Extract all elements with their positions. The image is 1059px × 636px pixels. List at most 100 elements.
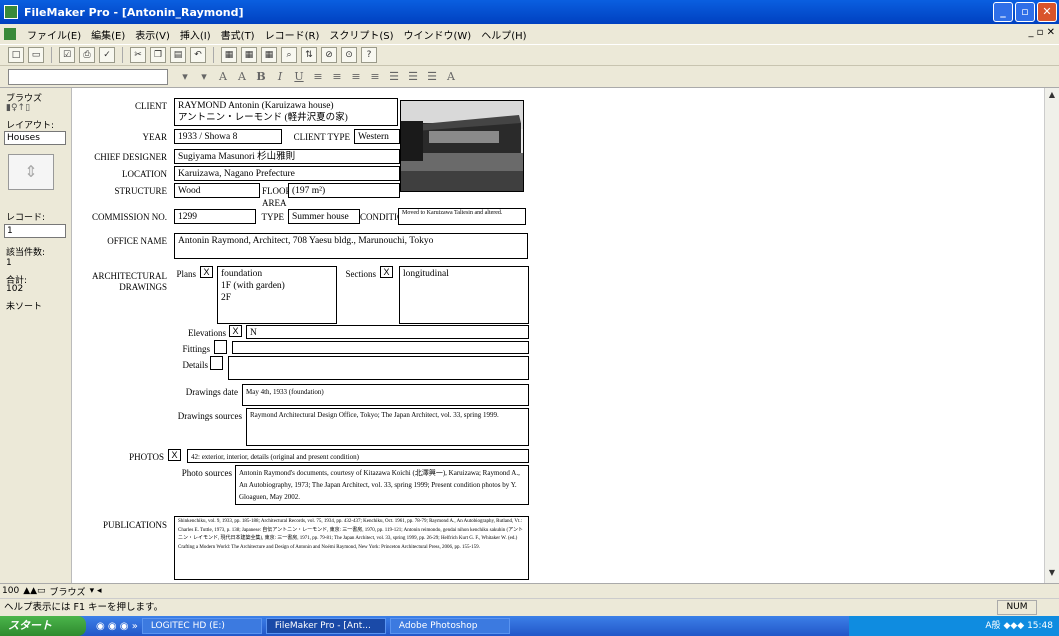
condition-field[interactable]: Moved to Karuizawa Taliesin and altered. xyxy=(398,208,526,225)
bold-icon[interactable]: B xyxy=(253,69,269,85)
delete-record-icon[interactable]: ▦ xyxy=(261,47,277,63)
client-type-field[interactable]: Western xyxy=(354,129,400,144)
floor-area-field[interactable]: (197 m²) xyxy=(288,183,400,198)
plans-checkbox[interactable]: X xyxy=(200,266,213,278)
show-all-icon[interactable]: ⊙ xyxy=(341,47,357,63)
filemaker-app-icon xyxy=(4,5,18,19)
drawings-date-field[interactable]: May 4th, 1933 (foundation) xyxy=(242,384,529,406)
restore-button[interactable]: ▫ xyxy=(1015,2,1035,22)
sections-label: Sections xyxy=(345,269,377,279)
taskbar-item-logitec[interactable]: LOGITEC HD (E:) xyxy=(141,618,262,634)
document-window-controls[interactable]: _ ▫ ✕ xyxy=(1028,27,1055,38)
align-left-icon[interactable]: ≡ xyxy=(310,69,326,85)
location-field[interactable]: Karuizawa, Nagano Prefecture xyxy=(174,166,400,181)
elevations-field[interactable]: N xyxy=(246,325,529,339)
fittings-field[interactable] xyxy=(232,341,529,354)
type-field[interactable]: Summer house xyxy=(288,209,360,224)
cut-icon[interactable]: ✂ xyxy=(130,47,146,63)
toolbar-divider xyxy=(51,47,52,63)
print-icon[interactable]: ⎙ xyxy=(79,47,95,63)
open-folder-icon[interactable]: ▭ xyxy=(28,47,44,63)
layout-label: レイアウト: xyxy=(6,121,55,131)
font-shrink-icon[interactable]: A xyxy=(215,69,231,85)
start-button[interactable]: スタート xyxy=(0,616,86,636)
menu-file[interactable]: ファイル(E) xyxy=(22,27,86,42)
font-grow-icon[interactable]: A xyxy=(234,69,250,85)
line-spacing-icon[interactable]: ☰ xyxy=(386,69,402,85)
layout-select[interactable]: Houses xyxy=(4,131,66,145)
text-color-icon[interactable]: A xyxy=(443,69,459,85)
new-file-icon[interactable]: □ xyxy=(8,47,24,63)
drawings-sources-label: Drawings sources xyxy=(177,411,242,421)
sections-field[interactable]: longitudinal xyxy=(399,266,529,324)
record-number-field[interactable]: 1 xyxy=(4,224,66,238)
menu-records[interactable]: レコード(R) xyxy=(260,27,325,42)
underline-icon[interactable]: U xyxy=(291,69,307,85)
document-icon[interactable] xyxy=(4,28,16,40)
zoom-level[interactable]: 100 xyxy=(2,586,19,596)
copy-icon[interactable]: ❐ xyxy=(150,47,166,63)
plans-field[interactable]: foundation 1F (with garden) 2F xyxy=(217,266,337,324)
publications-field[interactable]: Shinkenchiku, vol. 9, 1933, pp. 185-188;… xyxy=(174,516,529,580)
menu-view[interactable]: 表示(V) xyxy=(130,27,175,42)
scroll-down-icon[interactable]: ▼ xyxy=(1045,568,1059,580)
menu-window[interactable]: ウインドウ(W) xyxy=(399,27,477,42)
photo-sources-field[interactable]: Antonin Raymond's documents, courtesy of… xyxy=(235,465,529,505)
align-justify-icon[interactable]: ≡ xyxy=(367,69,383,85)
quick-launch-icons[interactable]: ◉ ◉ ◉ » xyxy=(96,621,138,632)
undo-icon[interactable]: ↶ xyxy=(190,47,206,63)
menu-format[interactable]: 書式(T) xyxy=(216,27,260,42)
menu-help[interactable]: ヘルプ(H) xyxy=(476,27,531,42)
align-right-icon[interactable]: ≡ xyxy=(348,69,364,85)
menu-scripts[interactable]: スクリプト(S) xyxy=(324,27,398,42)
mode-tools-icon[interactable]: ▮♀↑▯ xyxy=(6,103,30,113)
paste-icon[interactable]: ▤ xyxy=(170,47,186,63)
details-checkbox[interactable] xyxy=(210,356,223,370)
font-dropdown-icon[interactable]: ▾ xyxy=(177,69,193,85)
year-label: YEAR xyxy=(142,132,168,142)
year-field[interactable]: 1933 / Showa 8 xyxy=(174,129,282,144)
drawings-sources-field[interactable]: Raymond Architectural Design Office, Tok… xyxy=(246,408,529,446)
structure-field[interactable]: Wood xyxy=(174,183,260,198)
duplicate-record-icon[interactable]: ▦ xyxy=(241,47,257,63)
close-button[interactable]: ✕ xyxy=(1037,2,1057,22)
new-record-icon[interactable]: ▦ xyxy=(221,47,237,63)
scroll-up-icon[interactable]: ▲ xyxy=(1045,90,1059,102)
sections-checkbox[interactable]: X xyxy=(380,266,393,278)
help-icon[interactable]: ? xyxy=(361,47,377,63)
commission-field[interactable]: 1299 xyxy=(174,209,256,224)
tray-icons[interactable]: ◆◆◆ xyxy=(1003,621,1027,631)
elevations-checkbox[interactable]: X xyxy=(229,325,242,337)
photos-field[interactable]: 42: exterior, interior, details (origina… xyxy=(187,449,529,463)
font-select[interactable] xyxy=(8,68,168,85)
spellcheck-icon[interactable]: ✓ xyxy=(99,47,115,63)
mode-dropdown-icon[interactable]: ▾ ◂ xyxy=(90,586,102,596)
menu-edit[interactable]: 編集(E) xyxy=(86,27,130,42)
list-icon[interactable]: ☰ xyxy=(405,69,421,85)
fittings-checkbox[interactable] xyxy=(214,340,227,354)
indent-icon[interactable]: ☰ xyxy=(424,69,440,85)
details-field[interactable] xyxy=(228,356,529,380)
record-book-icon[interactable]: ⇕ xyxy=(8,154,54,190)
size-dropdown-icon[interactable]: ▾ xyxy=(196,69,212,85)
office-name-field[interactable]: Antonin Raymond, Architect, 708 Yaesu bl… xyxy=(174,233,528,259)
taskbar-item-filemaker[interactable]: FileMaker Pro - [Ant... xyxy=(265,618,386,634)
find-icon[interactable]: ⌕ xyxy=(281,47,297,63)
italic-icon[interactable]: I xyxy=(272,69,288,85)
omit-icon[interactable]: ⊘ xyxy=(321,47,337,63)
vertical-scrollbar[interactable]: ▲ ▼ xyxy=(1044,88,1059,583)
chief-designer-field[interactable]: Sugiyama Masunori 杉山雅則 xyxy=(174,149,400,164)
taskbar-item-photoshop[interactable]: Adobe Photoshop xyxy=(389,618,510,634)
save-icon[interactable]: ☑ xyxy=(59,47,75,63)
client-field[interactable]: RAYMOND Antonin (Karuizawa house) アントニン・… xyxy=(174,98,398,126)
fittings-label: Fittings xyxy=(182,344,210,354)
minimize-button[interactable]: _ xyxy=(993,2,1013,22)
ime-indicator[interactable]: A般 xyxy=(985,621,1000,631)
mode-popup[interactable]: ブラウズ xyxy=(50,585,86,598)
sort-icon[interactable]: ⇅ xyxy=(301,47,317,63)
align-center-icon[interactable]: ≡ xyxy=(329,69,345,85)
elevations-label: Elevations xyxy=(188,328,226,338)
zoom-controls-icon[interactable]: ▲▲▭ xyxy=(23,586,45,596)
menu-insert[interactable]: 挿入(I) xyxy=(175,27,216,42)
photos-checkbox[interactable]: X xyxy=(168,449,181,461)
